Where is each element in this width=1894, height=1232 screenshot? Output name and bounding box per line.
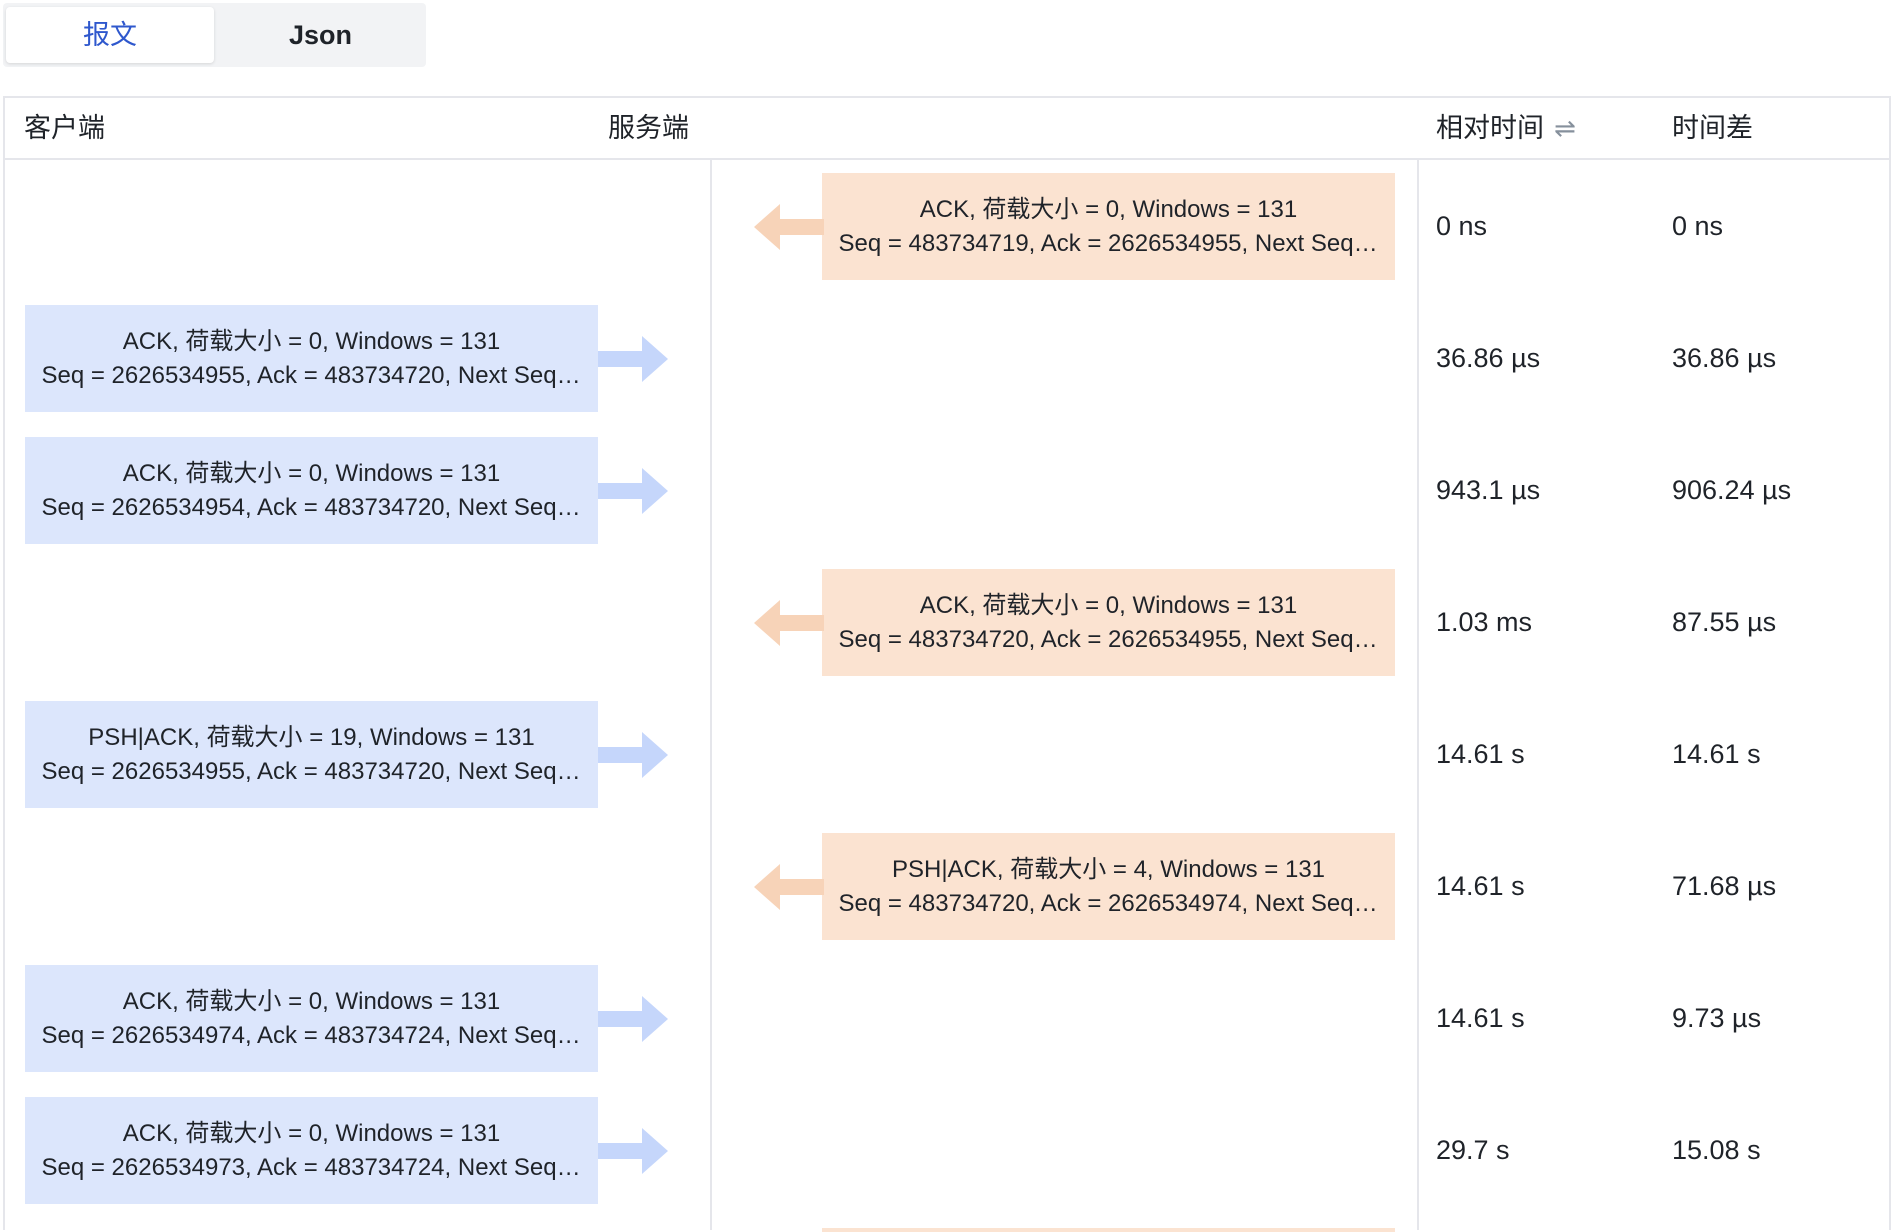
packet-flow-table: 客户端 服务端 相对时间 ⇌ 时间差 ACK, 荷载大小 = 0, Windows… [3,96,1891,1232]
table-row: ACK, 荷载大小 = 0, Windows = 131 Seq = 262653… [5,952,1889,1084]
table-row: ACK, 荷载大小 = 0, Windows = 131 Seq = 262653… [5,424,1889,556]
message-summary: ACK, 荷载大小 = 0, Windows = 131 [919,591,1298,619]
table-header: 客户端 服务端 相对时间 ⇌ 时间差 [5,98,1889,160]
message-summary: ACK, 荷载大小 = 0, Windows = 131 [122,1119,501,1147]
table-row: ACK, 荷载大小 = 0, Windows = 131 Seq = 483734… [5,160,1889,292]
message-seq-info: Seq = 2626534973, Ack = 483734724, Next … [41,1153,582,1181]
client-message-box[interactable]: PSH|ACK, 荷载大小 = 19, Windows = 131 Seq = 2… [25,701,598,808]
message-seq-info: Seq = 2626534954, Ack = 483734720, Next … [41,493,582,521]
table-row: ACK, 荷载大小 = 0, Windows = 131 Seq = 262653… [5,292,1889,424]
column-header-server: 服务端 [608,113,689,143]
time-diff-cell: 9.73 µs [1672,1003,1762,1033]
message-summary: ACK, 荷载大小 = 0, Windows = 131 [122,987,501,1015]
arrow-right-icon [598,336,668,382]
relative-time-label: 相对时间 [1436,113,1544,143]
arrow-right-icon [598,468,668,514]
tab-message[interactable]: 报文 [6,7,214,63]
relative-time-cell: 1.03 ms [1436,607,1533,637]
time-diff-cell: 15.08 s [1672,1135,1761,1165]
swap-arrows-icon[interactable]: ⇌ [1554,98,1576,158]
message-seq-info: Seq = 2626534955, Ack = 483734720, Next … [41,757,582,785]
relative-time-cell: 36.86 µs [1436,343,1541,373]
next-server-message-peek [822,1228,1395,1232]
server-message-box[interactable]: PSH|ACK, 荷载大小 = 4, Windows = 131 Seq = 48… [822,833,1395,940]
message-summary: PSH|ACK, 荷载大小 = 4, Windows = 131 [891,855,1326,883]
client-message-box[interactable]: ACK, 荷载大小 = 0, Windows = 131 Seq = 262653… [25,1097,598,1204]
message-summary: PSH|ACK, 荷载大小 = 19, Windows = 131 [88,723,535,751]
arrow-right-icon [598,732,668,778]
server-message-box[interactable]: ACK, 荷载大小 = 0, Windows = 131 Seq = 483734… [822,173,1395,280]
column-header-client: 客户端 [24,113,105,143]
message-seq-info: Seq = 2626534974, Ack = 483734724, Next … [41,1021,582,1049]
column-header-relative-time[interactable]: 相对时间 ⇌ [1436,98,1576,158]
relative-time-cell: 943.1 µs [1436,475,1541,505]
column-header-time-diff: 时间差 [1672,113,1753,143]
client-message-box[interactable]: ACK, 荷载大小 = 0, Windows = 131 Seq = 262653… [25,437,598,544]
table-row: PSH|ACK, 荷载大小 = 4, Windows = 131 Seq = 48… [5,820,1889,952]
time-diff-cell: 71.68 µs [1672,871,1777,901]
message-seq-info: Seq = 483734720, Ack = 2626534955, Next … [838,625,1379,653]
time-diff-cell: 36.86 µs [1672,343,1777,373]
message-summary: ACK, 荷载大小 = 0, Windows = 131 [122,327,501,355]
time-diff-cell: 87.55 µs [1672,607,1777,637]
table-row: ACK, 荷载大小 = 0, Windows = 131 Seq = 483734… [5,556,1889,688]
time-diff-cell: 0 ns [1672,211,1724,241]
server-message-box[interactable]: ACK, 荷载大小 = 0, Windows = 131 Seq = 483734… [822,569,1395,676]
relative-time-cell: 14.61 s [1436,739,1525,769]
message-summary: ACK, 荷载大小 = 0, Windows = 131 [919,195,1298,223]
arrow-right-icon [598,996,668,1042]
arrow-right-icon [598,1128,668,1174]
message-seq-info: Seq = 2626534955, Ack = 483734720, Next … [41,361,582,389]
message-seq-info: Seq = 483734720, Ack = 2626534974, Next … [838,889,1379,917]
table-row: ACK, 荷载大小 = 0, Windows = 131 Seq = 262653… [5,1084,1889,1216]
relative-time-cell: 14.61 s [1436,1003,1525,1033]
view-tabs: 报文 Json [3,3,426,67]
relative-time-cell: 29.7 s [1436,1135,1510,1165]
arrow-left-icon [754,204,824,250]
client-message-box[interactable]: ACK, 荷载大小 = 0, Windows = 131 Seq = 262653… [25,305,598,412]
client-message-box[interactable]: ACK, 荷载大小 = 0, Windows = 131 Seq = 262653… [25,965,598,1072]
time-diff-cell: 906.24 µs [1672,475,1792,505]
table-row: PSH|ACK, 荷载大小 = 19, Windows = 131 Seq = 2… [5,688,1889,820]
message-seq-info: Seq = 483734719, Ack = 2626534955, Next … [838,229,1379,257]
tab-json[interactable]: Json [218,7,423,63]
arrow-left-icon [754,600,824,646]
message-summary: ACK, 荷载大小 = 0, Windows = 131 [122,459,501,487]
time-diff-cell: 14.61 s [1672,739,1761,769]
relative-time-cell: 0 ns [1436,211,1488,241]
arrow-left-icon [754,864,824,910]
relative-time-cell: 14.61 s [1436,871,1525,901]
